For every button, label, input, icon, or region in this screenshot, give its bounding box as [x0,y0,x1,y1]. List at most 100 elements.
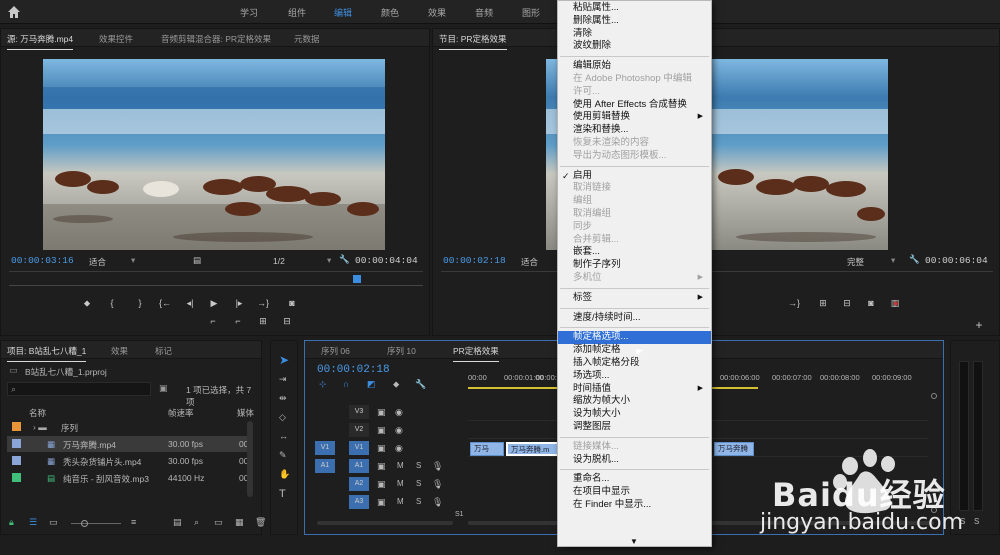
zoom-slider[interactable] [71,523,121,524]
label-color-swatch[interactable] [12,456,21,465]
menu-item[interactable]: 使用剪辑替换 ▶ [558,111,711,124]
new-bin-icon[interactable]: ▣ [159,383,168,394]
menu-item[interactable]: 帧定格选项... [558,331,711,345]
go-to-out-icon[interactable]: →} [257,297,269,309]
label-color-swatch[interactable] [12,422,21,431]
tab-source[interactable]: 源: 万马奔腾.mp4 [7,33,74,50]
lift-icon[interactable]: ⊞ [817,297,829,309]
source-resolution-select[interactable]: 1/2 [273,256,285,266]
tab-pr-freeze[interactable]: PR定格效果 [453,345,499,362]
toggle-sync-lock-icon[interactable]: ▣ [377,443,386,454]
add-button-icon[interactable]: + [973,319,985,331]
project-item-row[interactable]: ▦ 秃头杂货铺片头.mp4 30.00 fps 00 [7,453,253,469]
step-forward-icon[interactable]: |▸ [233,297,245,309]
menu-item[interactable]: 设为脱机... [558,454,711,467]
new-item-icon[interactable]: ▦ [235,517,244,528]
solo-button[interactable]: S [416,479,421,488]
selection-tool-icon[interactable]: ➤ [279,353,289,367]
sort-icon[interactable]: ≡ [131,517,136,527]
eye-icon[interactable]: ◉ [395,443,403,454]
solo-button[interactable]: S [416,461,421,470]
workspace-tab-editing[interactable]: 编辑 [334,6,352,19]
menu-item[interactable]: 速度/持续时间... [558,312,711,325]
workspace-tab-assembly[interactable]: 组件 [288,6,306,19]
source-playhead[interactable] [353,275,361,283]
program-time-ruler[interactable] [441,271,993,281]
ripple-edit-tool-icon[interactable]: ⇹ [279,393,287,404]
label-color-swatch[interactable] [12,473,21,482]
slip-tool-icon[interactable]: ↔ [279,431,288,441]
track-target-v2[interactable]: V2 [349,423,369,437]
tab-effect-controls[interactable]: 效果控件 [99,33,133,45]
menu-item[interactable]: 在 Finder 中显示... [558,499,711,512]
menu-item[interactable]: 制作子序列 [558,259,711,272]
menu-item[interactable]: 渲染和替换... [558,124,711,137]
menu-item[interactable]: 设为帧大小 [558,408,711,421]
tab-markers[interactable]: 标记 [155,345,172,357]
project-item-row[interactable]: › ▬ 序列 [7,419,253,435]
toggle-sync-lock-icon[interactable]: ▣ [377,461,386,472]
tab-project[interactable]: 项目: B站乱七八糟_1 [7,345,87,362]
program-timecode[interactable]: 00:00:02:18 [443,255,506,266]
source-patch-v1[interactable]: V1 [315,441,335,455]
menu-item[interactable]: 插入帧定格分段 [558,357,711,370]
workspace-tab-learn[interactable]: 学习 [240,6,258,19]
safe-margins-icon[interactable]: ▤ [193,255,201,266]
mark-in-icon[interactable]: { [106,297,118,309]
menu-scroll-down-icon[interactable]: ▼ [630,537,638,546]
wrench-icon[interactable]: 🔧 [415,379,426,390]
menu-item[interactable]: 重命名... [558,473,711,486]
project-scrollbar[interactable] [247,421,253,497]
project-search-input[interactable]: ⌕ [7,382,151,396]
icon-view-icon[interactable]: ▭ [49,517,58,528]
menu-item[interactable]: 时间插值 ▶ [558,383,711,396]
project-item-row[interactable]: ▤ 纯音乐 - 刮风音效.mp3 44100 Hz 00 [7,470,253,486]
column-name[interactable]: 名称 [29,407,46,419]
trash-icon[interactable]: 🗑︎ [255,517,266,528]
timeline-clip-selected[interactable]: 万马奔腾.m [506,442,560,456]
mute-button[interactable]: M [397,479,404,488]
column-media[interactable]: 媒体 [237,407,254,419]
hand-tool-icon[interactable]: ✋ [279,469,290,480]
timeline-timecode[interactable]: 00:00:02:18 [317,364,390,376]
menu-item[interactable]: 调整图层 [558,421,711,434]
solo-button[interactable]: S [416,497,421,506]
search-icon[interactable]: ⌕ [194,517,199,528]
track-target-v1[interactable]: V1 [349,441,369,455]
source-patch-a1[interactable]: A1 [315,459,335,473]
eye-icon[interactable]: ◉ [395,407,403,418]
menu-item[interactable]: 缩放为帧大小 [558,395,711,408]
tab-audio-mixer[interactable]: 音频剪辑混合器: PR定格效果 [161,33,271,45]
track-target-a3[interactable]: A3 [349,495,369,509]
toggle-sync-lock-icon[interactable]: ▣ [377,497,386,508]
timeline-clip[interactable]: 万马 [470,442,504,456]
play-icon[interactable]: ▶ [208,297,220,309]
track-target-a2[interactable]: A2 [349,477,369,491]
list-view-icon[interactable]: ☰ [29,517,37,528]
menu-item[interactable]: 编辑原始 [558,60,711,73]
menu-item[interactable]: 使用 After Effects 合成替换 [558,99,711,112]
snap-icon[interactable]: ⊹ [319,379,327,390]
go-to-out-icon[interactable]: →} [788,297,800,309]
microphone-icon[interactable]: 🎙︎ [432,497,443,508]
timeline-header-scrollbar[interactable] [317,521,453,525]
add-marker-icon[interactable]: ⬥ [393,379,399,390]
menu-item[interactable]: 清除 [558,28,711,41]
tab-sequence-10[interactable]: 序列 10 [387,345,416,357]
tab-sequence-06[interactable]: 序列 06 [321,345,350,357]
folder-icon[interactable]: ▭ [214,517,223,528]
menu-item[interactable]: 波纹删除 [558,40,711,53]
track-target-v3[interactable]: V3 [349,405,369,419]
workspace-tab-color[interactable]: 颜色 [381,6,399,19]
column-frame-rate[interactable]: 帧速率 [168,407,194,419]
go-to-in-icon[interactable]: {← [159,297,171,309]
program-fit-select[interactable]: 适合 [521,256,538,268]
wrench-icon[interactable]: 🔧 [339,254,350,265]
extract-icon[interactable]: ⊟ [841,297,853,309]
scroll-handle-top[interactable] [931,393,937,399]
zoom-slider-handle[interactable] [81,520,88,527]
menu-item[interactable]: 在项目中显示 [558,486,711,499]
overwrite-icon[interactable]: ⌐ [232,315,244,327]
label-color-swatch[interactable] [12,439,21,448]
marker-icon[interactable]: ⬥ [81,297,93,309]
